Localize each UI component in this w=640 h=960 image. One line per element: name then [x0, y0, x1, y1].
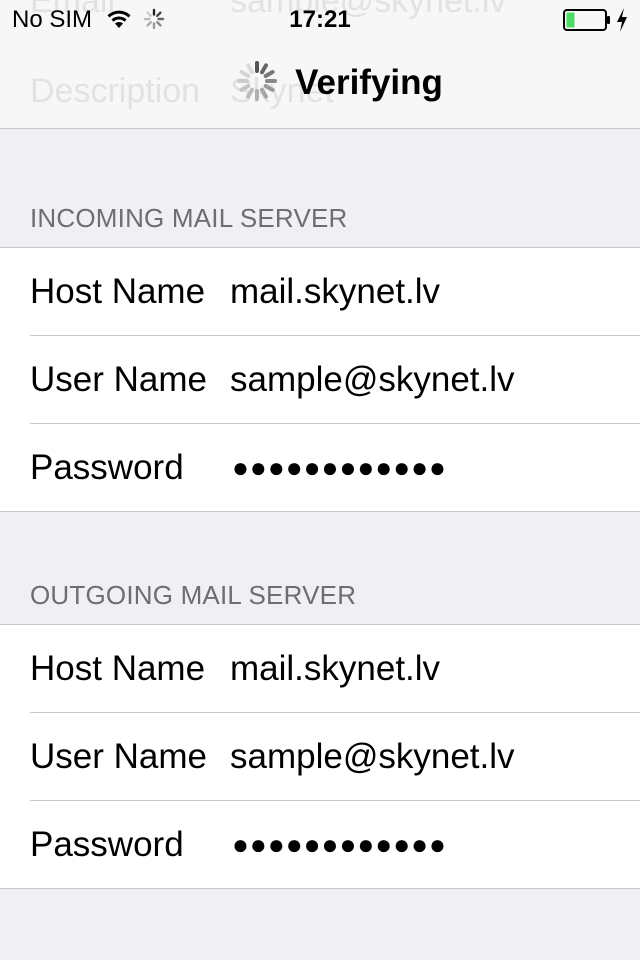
nav-title: Verifying — [295, 63, 443, 102]
incoming-server-group: Host Name mail.skynet.lv User Name sampl… — [0, 247, 640, 512]
status-bar: No SIM 17:21 — [0, 0, 640, 40]
activity-spinner-icon — [237, 60, 278, 106]
incoming-host-label: Host Name — [30, 272, 206, 311]
outgoing-user-label: User Name — [30, 737, 207, 776]
incoming-user-label: User Name — [30, 360, 207, 399]
incoming-section-header: INCOMING MAIL SERVER — [30, 203, 348, 233]
outgoing-host-row[interactable]: Host Name mail.skynet.lv — [30, 625, 640, 713]
settings-content[interactable]: INCOMING MAIL SERVER Host Name mail.skyn… — [0, 129, 640, 889]
incoming-host-field[interactable]: mail.skynet.lv — [230, 248, 440, 335]
outgoing-host-field[interactable]: mail.skynet.lv — [230, 625, 440, 712]
outgoing-password-field[interactable]: ●●●●●●●●●●●● — [232, 801, 447, 888]
outgoing-user-row[interactable]: User Name sample@skynet.lv — [30, 713, 640, 801]
battery-icon — [563, 9, 611, 36]
incoming-password-label: Password — [30, 448, 184, 487]
outgoing-password-row[interactable]: Password ●●●●●●●●●●●● — [30, 801, 640, 888]
incoming-host-row[interactable]: Host Name mail.skynet.lv — [30, 248, 640, 336]
outgoing-host-label: Host Name — [30, 649, 206, 688]
incoming-password-field[interactable]: ●●●●●●●●●●●● — [232, 424, 447, 511]
outgoing-user-field[interactable]: sample@skynet.lv — [230, 713, 515, 800]
incoming-user-field[interactable]: sample@skynet.lv — [230, 336, 515, 423]
screen: Email sample@skynet.lv Description Skyne… — [0, 0, 640, 960]
status-clock: 17:21 — [289, 6, 351, 33]
nav-title-area: Verifying — [0, 58, 640, 108]
charging-bolt-icon — [615, 7, 629, 38]
navigation-bar: Email sample@skynet.lv Description Skyne… — [0, 0, 640, 129]
outgoing-password-label: Password — [30, 825, 184, 864]
outgoing-section-header: OUTGOING MAIL SERVER — [30, 580, 357, 610]
outgoing-server-group: Host Name mail.skynet.lv User Name sampl… — [0, 624, 640, 889]
incoming-user-row[interactable]: User Name sample@skynet.lv — [30, 336, 640, 424]
incoming-password-row[interactable]: Password ●●●●●●●●●●●● — [30, 424, 640, 511]
